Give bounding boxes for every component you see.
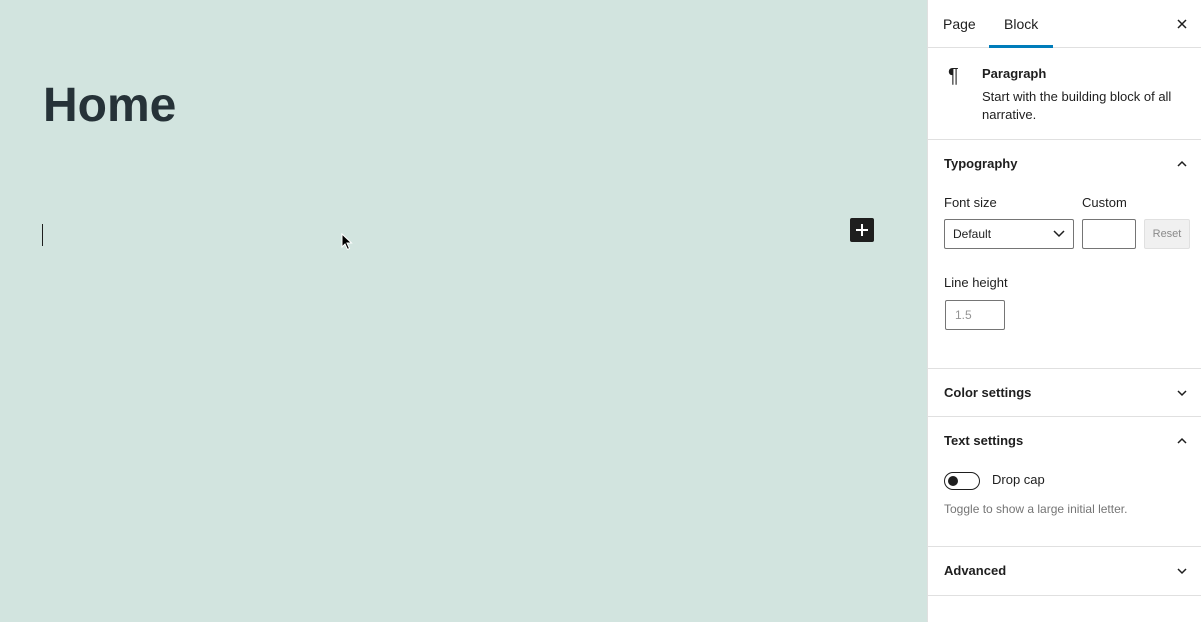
chevron-down-icon[interactable]: [1176, 387, 1188, 399]
page-title[interactable]: Home: [43, 78, 176, 134]
custom-font-size-input[interactable]: [1082, 219, 1136, 249]
color-settings-panel: Color settings: [928, 369, 1201, 417]
custom-size-label: Custom: [1082, 195, 1127, 210]
drop-cap-toggle[interactable]: [944, 472, 980, 490]
advanced-toggle[interactable]: Advanced: [944, 547, 1006, 595]
block-title: Paragraph: [982, 66, 1047, 81]
mouse-pointer-icon: [341, 233, 353, 251]
block-inserter-button[interactable]: [850, 218, 874, 242]
plus-icon: [856, 224, 868, 236]
line-height-input[interactable]: 1.5: [945, 300, 1005, 330]
chevron-down-icon: [1053, 230, 1065, 238]
toggle-knob: [948, 476, 958, 486]
font-size-select[interactable]: Default: [944, 219, 1074, 249]
chevron-up-icon[interactable]: [1176, 435, 1188, 447]
advanced-panel: Advanced: [928, 547, 1201, 596]
paragraph-icon: ¶: [948, 65, 959, 87]
drop-cap-help-text: Toggle to show a large initial letter.: [944, 502, 1128, 516]
close-sidebar-button[interactable]: [1172, 14, 1192, 34]
sidebar-tabs: Page Block: [928, 0, 1201, 48]
chevron-up-icon[interactable]: [1176, 158, 1188, 170]
typography-panel: Typography Font size Custom Default Rese…: [928, 140, 1201, 369]
text-settings-panel: Text settings Drop cap Toggle to show a …: [928, 417, 1201, 547]
tab-block[interactable]: Block: [989, 0, 1054, 48]
line-height-label: Line height: [944, 275, 1008, 290]
tab-page[interactable]: Page: [928, 0, 991, 47]
font-size-label: Font size: [944, 195, 997, 210]
chevron-down-icon[interactable]: [1176, 565, 1188, 577]
font-size-select-value: Default: [953, 227, 992, 241]
drop-cap-label: Drop cap: [992, 472, 1045, 487]
text-settings-toggle[interactable]: Text settings: [944, 417, 1023, 465]
color-settings-toggle[interactable]: Color settings: [944, 369, 1031, 417]
editor-canvas[interactable]: Home: [0, 0, 927, 622]
close-icon: [1177, 19, 1187, 29]
settings-sidebar: Page Block ¶ Paragraph Start with the bu…: [927, 0, 1201, 622]
block-description: Start with the building block of all nar…: [982, 89, 1172, 122]
text-caret: [42, 224, 43, 246]
typography-panel-toggle[interactable]: Typography: [944, 140, 1017, 188]
reset-button[interactable]: Reset: [1144, 219, 1190, 249]
block-card: ¶ Paragraph Start with the building bloc…: [928, 48, 1201, 140]
